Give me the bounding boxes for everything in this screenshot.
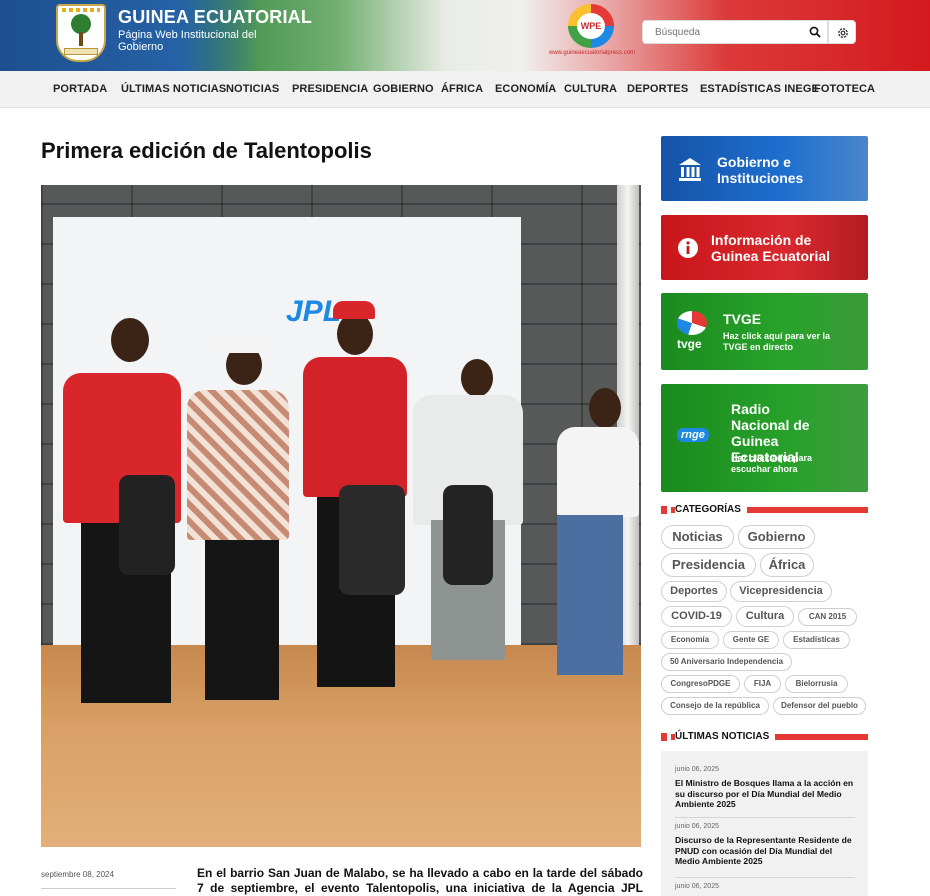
tag-deportes[interactable]: Deportes [661,581,727,602]
tag-economia[interactable]: Economía [661,631,719,649]
heading-marker [661,506,667,514]
promo-tvge-subtitle: Haz click aquí para ver la TVGE en direc… [723,331,831,352]
nav-gobierno[interactable]: GOBIERNO [373,83,434,95]
nav-deportes[interactable]: DEPORTES [627,83,688,95]
tvge-logo-text: tvge [677,337,702,351]
news-item[interactable]: junio 06, 2025 [675,883,855,890]
tag-congresopdge[interactable]: CongresoPDGE [661,675,740,693]
national-crest-logo[interactable] [56,4,106,62]
tvge-logo-icon [677,311,707,335]
photo-person-5-jeans [557,515,623,675]
rnge-logo-text: rnge [677,428,709,442]
nav-ultimas-noticias[interactable]: ÚLTIMAS NOTICIAS [121,83,226,95]
photo-person-1-bag [119,475,175,575]
tag-consejo-republica[interactable]: Consejo de la república [661,697,769,715]
photo-person-2-shirt [187,390,289,540]
tag-defensor-pueblo[interactable]: Defensor del pueblo [773,697,866,715]
heading-marker [661,733,667,741]
photo-person-5-head [589,388,621,428]
categories-heading: CATEGORÍAS [661,503,868,517]
photo-person-4-bag [443,485,493,585]
crest-trunk [79,32,83,46]
tag-50-aniversario[interactable]: 50 Aniversario Independencia [661,653,792,671]
news-title[interactable]: El Ministro de Bosques llama a la acción… [675,778,855,810]
article-date: septiembre 08, 2024 [41,870,114,879]
article-photo[interactable]: JPL [41,185,641,847]
article-date-rule [41,888,176,889]
nav-africa[interactable]: ÁFRICA [441,83,483,95]
tag-gobierno[interactable]: Gobierno [738,525,815,549]
promo-gobierno-instituciones[interactable]: Gobierno e Instituciones [661,136,868,201]
tag-cultura[interactable]: Cultura [736,606,794,627]
crest-tree [71,14,91,34]
news-date: junio 06, 2025 [675,823,719,830]
gear-icon [838,28,848,38]
tag-vicepresidencia[interactable]: Vicepresidencia [730,581,832,602]
article-title: Primera edición de Talentopolis [41,138,372,163]
news-item[interactable]: junio 06, 2025 El Ministro de Bosques ll… [675,766,855,810]
latest-news-heading-label: ÚLTIMAS NOTICIAS [675,731,776,742]
photo-person-3-head [337,313,373,355]
settings-button[interactable] [828,20,856,44]
tag-fija[interactable]: FIJA [744,675,781,693]
press-logo-text: WPE [577,13,605,39]
photo-person-3-bag [339,485,405,595]
news-item[interactable]: junio 06, 2025 Discurso de la Representa… [675,823,855,867]
promo-informacion-ge[interactable]: Información de Guinea Ecuatorial [661,215,868,280]
nav-fototeca[interactable]: FOTOTECA [814,83,875,95]
tag-africa[interactable]: África [760,553,814,577]
info-icon [678,238,698,258]
latest-news-list: junio 06, 2025 El Ministro de Bosques ll… [661,751,868,896]
promo-informacion-title: Información de Guinea Ecuatorial [711,232,831,264]
crest-ribbon [64,48,98,55]
news-date: junio 06, 2025 [675,883,719,890]
news-divider [675,877,855,878]
nav-economia[interactable]: ECONOMÍA [495,83,556,95]
tag-can-2015[interactable]: CAN 2015 [798,608,857,626]
main-nav: PORTADA ÚLTIMAS NOTICIAS NOTICIAS PRESID… [0,71,930,108]
tag-gente-ge[interactable]: Gente GE [723,631,779,649]
article-lead: En el barrio San Juan de Malabo, se ha l… [197,866,643,895]
news-date: junio 06, 2025 [675,766,719,773]
tag-covid-19[interactable]: COVID-19 [661,606,732,627]
nav-estadisticas-inege[interactable]: ESTADÍSTICAS INEGE [700,83,819,95]
nav-presidencia[interactable]: PRESIDENCIA [292,83,368,95]
site-title[interactable]: GUINEA ECUATORIAL [118,7,312,28]
photo-person-2-legs [205,540,279,700]
tag-bielorrusia[interactable]: Bielorrusia [785,675,848,693]
photo-person-5-shirt [557,427,639,517]
nav-portada[interactable]: PORTADA [53,83,107,95]
search-input[interactable] [643,21,793,43]
nav-noticias[interactable]: NOTICIAS [226,83,279,95]
site-subtitle: Página Web Institucional del Gobierno [118,29,257,53]
tag-noticias[interactable]: Noticias [661,525,734,549]
search-icon[interactable] [809,26,821,38]
categories-heading-label: CATEGORÍAS [675,504,747,515]
press-logo[interactable]: WPE [568,4,614,48]
tag-estadisticas[interactable]: Estadísticas [783,631,850,649]
photo-person-4-head [461,359,493,397]
photo-person-1-head [111,318,149,362]
promo-gobierno-title: Gobierno e Instituciones [717,154,804,186]
news-divider [675,817,855,818]
photo-person-3-cap [333,301,375,319]
government-building-icon [679,158,701,181]
nav-cultura[interactable]: CULTURA [564,83,617,95]
promo-radio-nacional[interactable]: rnge Radio Nacional de Guinea Ecuatorial… [661,384,868,492]
photo-person-2-cap [219,335,273,353]
promo-radio-subtitle: Haz click aquí para escuchar ahora [731,453,813,474]
crest-stars [62,8,100,12]
promo-tvge-title: TVGE [723,311,762,327]
latest-news-heading: ÚLTIMAS NOTICIAS [661,730,868,744]
press-url[interactable]: www.guineaecuatorialpress.com [549,50,635,56]
search-box [642,20,828,44]
photo-person-3-shirt [303,357,407,497]
promo-tvge[interactable]: tvge TVGE Haz click aquí para ver la TVG… [661,293,868,370]
site-header: GUINEA ECUATORIAL Página Web Institucion… [0,0,930,71]
tag-presidencia[interactable]: Presidencia [661,553,756,577]
news-title[interactable]: Discurso de la Representante Residente d… [675,835,855,867]
